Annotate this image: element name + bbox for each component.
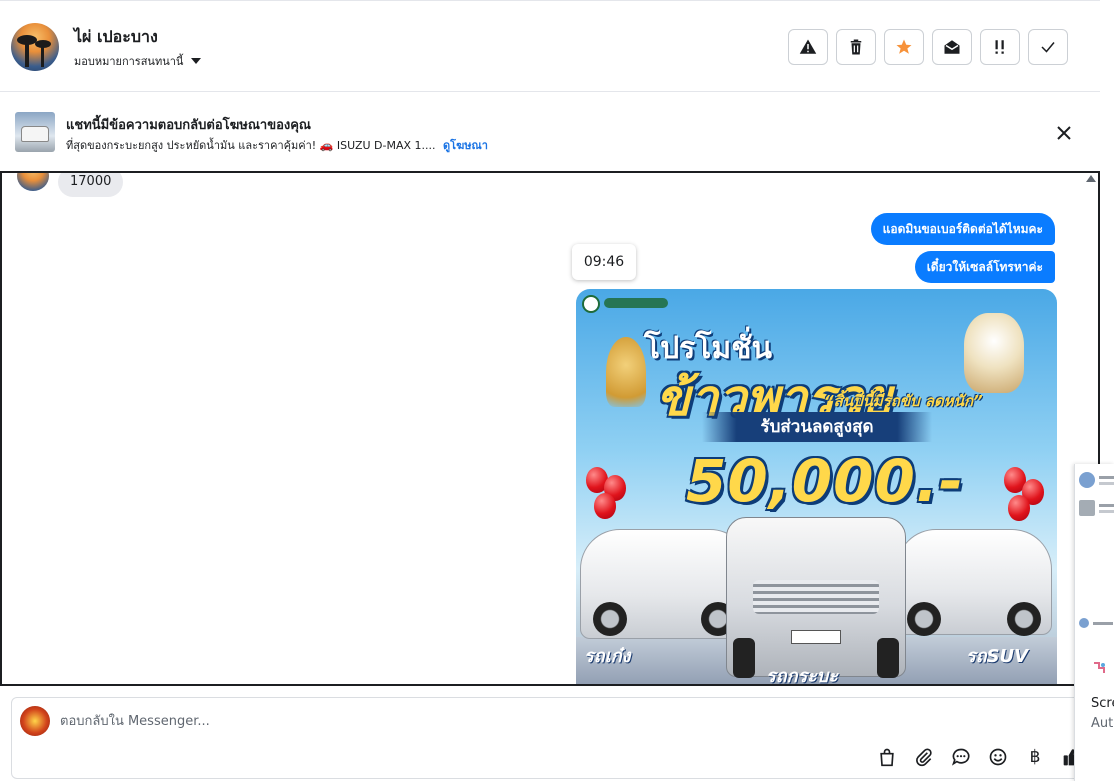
- double-exclamation-icon: [995, 40, 1004, 54]
- follow-up-button[interactable]: [884, 29, 924, 65]
- conversation-actions: [788, 29, 1068, 65]
- ad-banner-title: แชทนี้มีข้อความตอบกลับต่อโฆษณาของคุณ: [66, 118, 311, 133]
- label-pickup: รถกระบะ: [766, 666, 838, 686]
- promo-image-attachment[interactable]: โปรโมชั่น ข้าวพารวย “สิ้นปีนี้มีรถขับ ลด…: [576, 289, 1057, 686]
- message-thread[interactable]: 17000 แอดมินขอเบอร์ติดต่อได้ไหมคะ เดี๋ยว…: [0, 171, 1100, 686]
- suv-car-graphic: [896, 529, 1052, 636]
- peek-list-item[interactable]: [1079, 472, 1114, 490]
- trash-icon: [850, 39, 862, 55]
- ad-description-text: ที่สุดของกระบะยกสูง ประหยัดน้ำมัน และราค…: [66, 139, 436, 152]
- shopping-bag-icon: [880, 748, 894, 767]
- peek-list-item[interactable]: [1079, 500, 1114, 518]
- warning-icon: [799, 39, 817, 54]
- ad-banner-description: ที่สุดของกระบะยกสูง ประหยัดน้ำมัน และราค…: [66, 136, 488, 154]
- close-icon[interactable]: [1054, 123, 1074, 143]
- emoji-icon: [989, 748, 1007, 766]
- balloon-graphic: [1008, 495, 1030, 521]
- rice-sack-graphic: [964, 313, 1024, 393]
- check-icon: [1041, 42, 1055, 53]
- mark-done-button[interactable]: [1028, 29, 1068, 65]
- peek-sublabel: Auto: [1091, 716, 1114, 731]
- link-icon: [1094, 662, 1105, 673]
- paperclip-icon: [916, 748, 932, 767]
- sender-avatar: [17, 173, 49, 191]
- conversation-header: ไผ่ เปอะบาง มอบหมายการสนทนานี้: [0, 0, 1100, 92]
- label-sedan: รถเก๋ง: [584, 646, 631, 667]
- sedan-car-graphic: [580, 529, 750, 639]
- timestamp-tooltip: 09:46: [572, 244, 636, 280]
- shop-button[interactable]: [874, 744, 900, 770]
- delete-button[interactable]: [836, 29, 876, 65]
- contact-avatar[interactable]: [11, 23, 59, 71]
- payment-button[interactable]: ฿: [1022, 744, 1048, 770]
- mark-spam-button[interactable]: [788, 29, 828, 65]
- dealer-logo: [582, 295, 600, 313]
- contact-name[interactable]: ไผ่ เปอะบาง: [74, 25, 158, 50]
- saved-replies-button[interactable]: [948, 744, 974, 770]
- rice-stalk-graphic: [606, 337, 646, 407]
- pickup-truck-graphic: [726, 517, 906, 678]
- inbox-conversation-view: ไผ่ เปอะบาง มอบหมายการสนทนานี้ แชทนี้มีข…: [0, 0, 1114, 781]
- chat-bubble-icon: [951, 748, 970, 766]
- mark-unread-button[interactable]: [932, 29, 972, 65]
- priority-button[interactable]: [980, 29, 1020, 65]
- promo-ribbon: รับส่วนลดสูงสุด: [702, 412, 932, 442]
- peek-list-item[interactable]: [1079, 618, 1114, 636]
- reply-composer: ฿: [11, 697, 1081, 779]
- balloon-graphic: [594, 493, 616, 519]
- composer-toolbar: ฿: [874, 744, 1085, 770]
- promo-discount-amount: 50,000.-: [686, 447, 964, 515]
- promo-tagline: “สิ้นปีนี้มีรถขับ ลดหนัก”: [824, 392, 983, 410]
- side-panel-peek[interactable]: Scre Auto: [1074, 464, 1114, 781]
- outgoing-message[interactable]: เดี๋ยวให้เซลล์โทรหาค่ะ: [914, 251, 1055, 283]
- attach-button[interactable]: [911, 744, 937, 770]
- envelope-open-icon: [944, 40, 960, 54]
- scroll-up-arrow[interactable]: [1086, 175, 1096, 182]
- incoming-message[interactable]: 17000: [58, 173, 124, 197]
- star-icon: [896, 39, 912, 54]
- ad-thumbnail[interactable]: [15, 112, 55, 152]
- label-suv: รถSUV: [966, 646, 1029, 667]
- dealer-brand-mark: [604, 298, 668, 308]
- page-avatar: [20, 706, 50, 736]
- baht-icon: ฿: [1029, 747, 1041, 767]
- assign-conversation-dropdown[interactable]: มอบหมายการสนทนานี้: [74, 52, 202, 70]
- emoji-button[interactable]: [985, 744, 1011, 770]
- reply-input[interactable]: [60, 708, 660, 734]
- caret-down-icon: [191, 58, 202, 64]
- ad-reply-banner: แชทนี้มีข้อความตอบกลับต่อโฆษณาของคุณ ที่…: [0, 93, 1100, 171]
- view-ad-link[interactable]: ดูโฆษณา: [443, 139, 488, 152]
- outgoing-message[interactable]: แอดมินขอเบอร์ติดต่อได้ไหมคะ: [870, 213, 1055, 245]
- peek-label: Scre: [1091, 696, 1114, 711]
- assign-label: มอบหมายการสนทนานี้: [74, 55, 184, 68]
